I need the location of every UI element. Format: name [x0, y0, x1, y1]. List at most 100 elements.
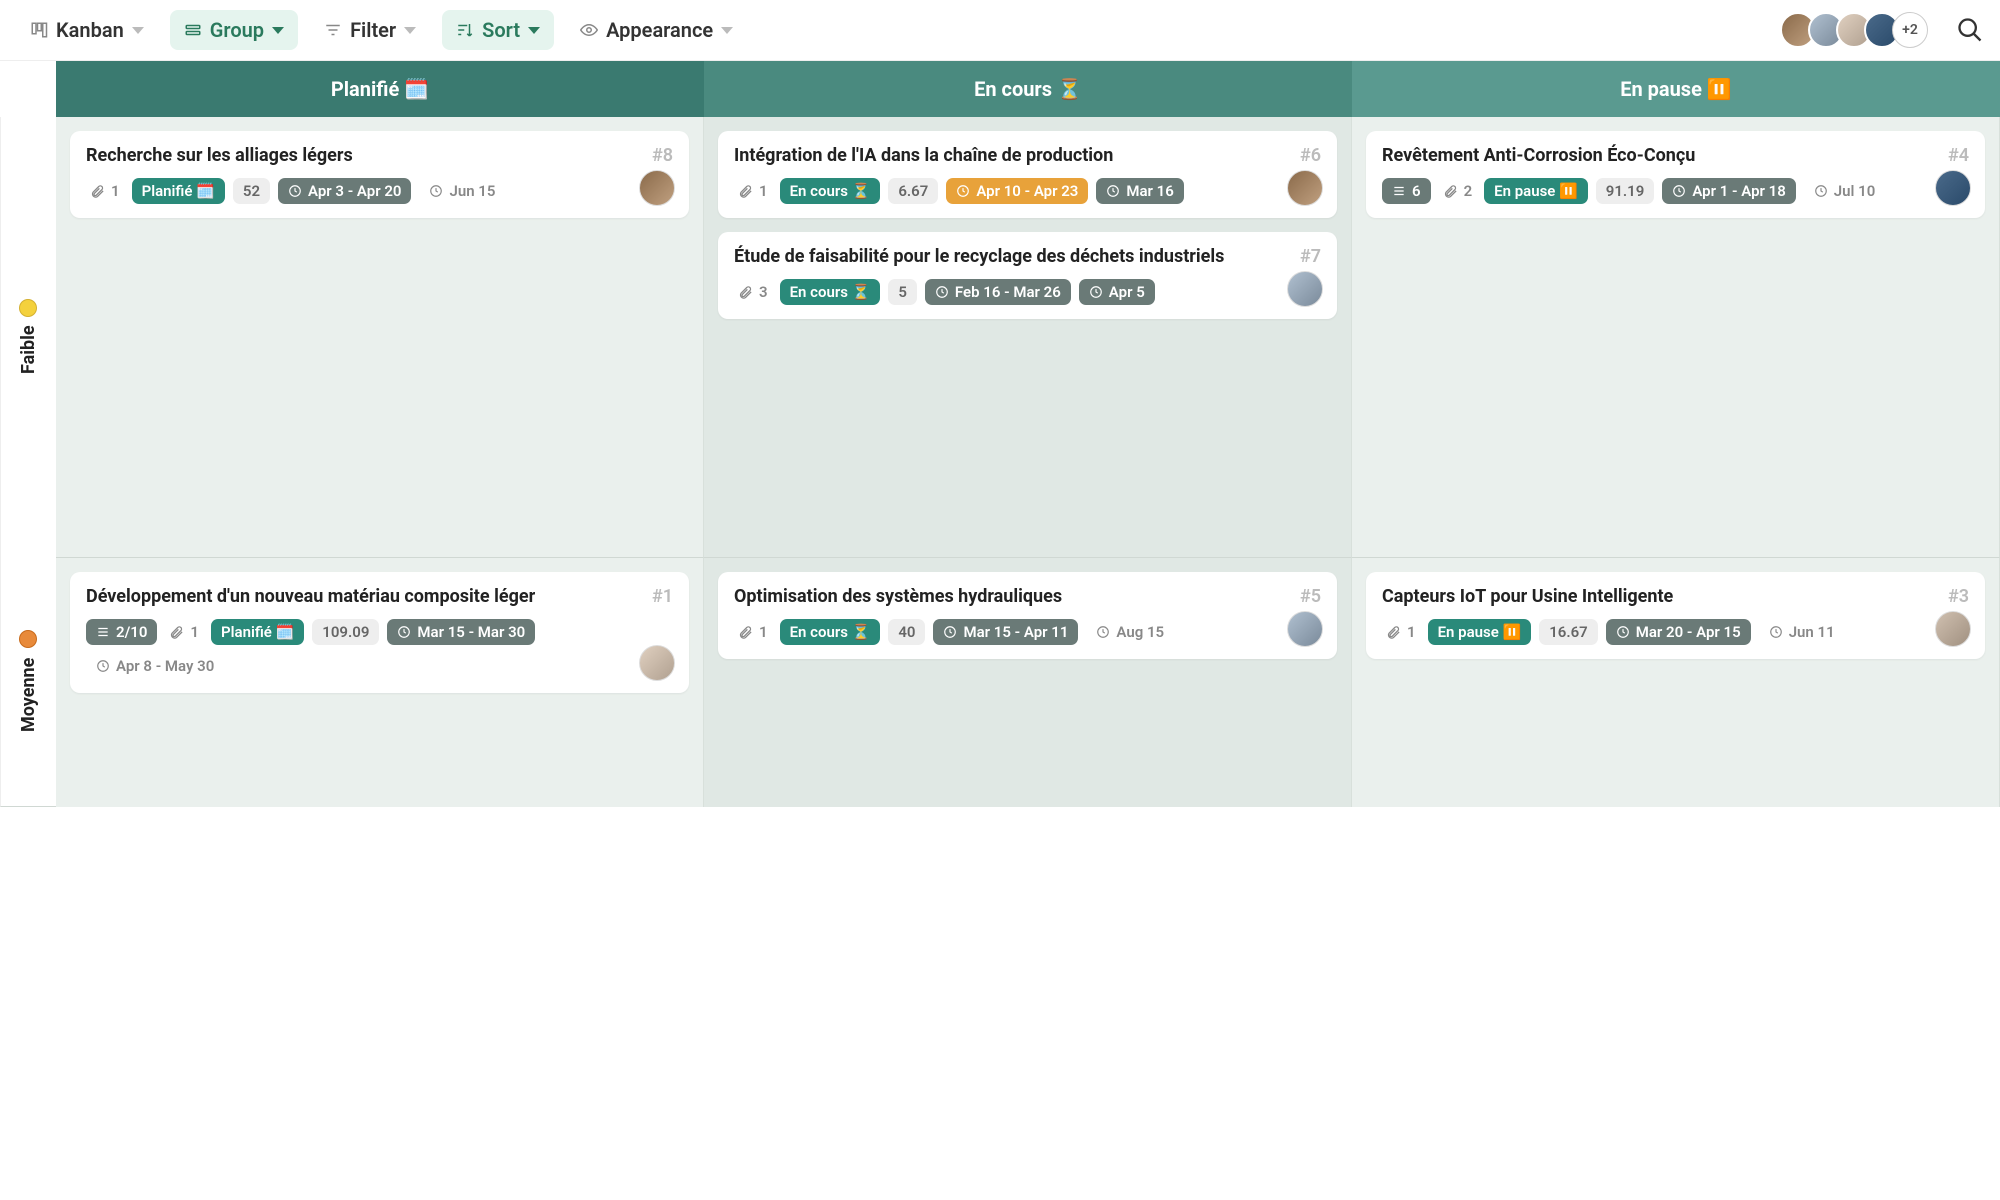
- status-tag[interactable]: En cours ⏳: [780, 178, 881, 204]
- cell[interactable]: Recherche sur les alliages légers #8 1 P…: [56, 117, 704, 557]
- subtask-count[interactable]: 6: [1382, 178, 1431, 204]
- attachment-count[interactable]: 2: [1439, 178, 1477, 204]
- due-date[interactable]: Jun 15: [419, 178, 505, 204]
- attachment-count[interactable]: 1: [734, 619, 772, 645]
- due-date[interactable]: Aug 15: [1086, 619, 1174, 645]
- group-button[interactable]: Group: [170, 10, 298, 50]
- lane-label: Moyenne: [18, 657, 39, 731]
- assignee-avatar[interactable]: [639, 170, 675, 206]
- due-date[interactable]: Apr 8 - May 30: [86, 653, 224, 679]
- group-icon: [184, 21, 202, 39]
- score-tag: 91.19: [1596, 178, 1655, 204]
- due-date[interactable]: Jun 11: [1759, 619, 1845, 645]
- clock-icon: [1089, 285, 1103, 299]
- swimlane-moyenne[interactable]: Moyenne: [0, 557, 56, 807]
- card-tags: 6 2 En pause ⏸️ 91.19 Apr 1 - Apr 18 Jul…: [1382, 178, 1969, 204]
- date-range-tag[interactable]: Mar 15 - Apr 11: [933, 619, 1078, 645]
- paperclip-icon: [738, 184, 753, 199]
- chevron-down-icon: [528, 27, 540, 34]
- subtask-count[interactable]: 2/10: [86, 619, 157, 645]
- filter-button[interactable]: Filter: [310, 10, 430, 50]
- score-tag: 5: [888, 279, 917, 305]
- paperclip-icon: [1443, 184, 1458, 199]
- column-header[interactable]: En pause ⏸️: [1352, 61, 2000, 117]
- card[interactable]: Revêtement Anti-Corrosion Éco-Conçu #4 6…: [1366, 131, 1985, 218]
- card[interactable]: Étude de faisabilité pour le recyclage d…: [718, 232, 1337, 319]
- cell[interactable]: Capteurs IoT pour Usine Intelligente #3 …: [1352, 557, 2000, 807]
- date-range-tag[interactable]: Feb 16 - Mar 26: [925, 279, 1071, 305]
- status-tag[interactable]: En pause ⏸️: [1484, 178, 1588, 204]
- attachment-count[interactable]: 3: [734, 279, 772, 305]
- date-range-tag[interactable]: Apr 3 - Apr 20: [278, 178, 411, 204]
- corner: [0, 61, 56, 117]
- assignee-avatar[interactable]: [1935, 611, 1971, 647]
- assignee-avatar[interactable]: [1287, 611, 1323, 647]
- assignee-avatar[interactable]: [1287, 170, 1323, 206]
- clock-icon: [397, 625, 411, 639]
- cell[interactable]: Optimisation des systèmes hydrauliques #…: [704, 557, 1352, 807]
- attachment-count[interactable]: 1: [734, 178, 772, 204]
- status-tag[interactable]: En cours ⏳: [780, 279, 881, 305]
- attachment-count[interactable]: 1: [1382, 619, 1420, 645]
- card[interactable]: Optimisation des systèmes hydrauliques #…: [718, 572, 1337, 659]
- cell[interactable]: Développement d'un nouveau matériau comp…: [56, 557, 704, 807]
- filter-icon: [324, 21, 342, 39]
- clock-icon: [1616, 625, 1630, 639]
- status-tag[interactable]: Planifié 🗓️: [132, 178, 225, 204]
- clock-icon: [288, 184, 302, 198]
- group-label: Group: [210, 18, 264, 42]
- assignee-avatar[interactable]: [1287, 271, 1323, 307]
- swimlane-faible[interactable]: Faible: [0, 117, 56, 557]
- column-header[interactable]: Planifié 🗓️: [56, 61, 704, 117]
- avatar-overflow[interactable]: +2: [1892, 12, 1928, 48]
- card[interactable]: Capteurs IoT pour Usine Intelligente #3 …: [1366, 572, 1985, 659]
- paperclip-icon: [1386, 625, 1401, 640]
- search-icon[interactable]: [1956, 16, 1984, 44]
- score-tag: 109.09: [312, 619, 379, 645]
- assignee-avatar[interactable]: [639, 645, 675, 681]
- card-id: #6: [1300, 145, 1321, 166]
- date-range-tag[interactable]: Apr 10 - Apr 23: [946, 178, 1088, 204]
- card-id: #4: [1948, 145, 1969, 166]
- date-range-tag[interactable]: Apr 1 - Apr 18: [1662, 178, 1795, 204]
- attachment-count[interactable]: 1: [165, 619, 203, 645]
- sort-button[interactable]: Sort: [442, 10, 554, 50]
- clock-icon: [943, 625, 957, 639]
- cell[interactable]: Intégration de l'IA dans la chaîne de pr…: [704, 117, 1352, 557]
- card-id: #5: [1300, 586, 1321, 607]
- card[interactable]: Développement d'un nouveau matériau comp…: [70, 572, 689, 693]
- date-range-tag[interactable]: Mar 20 - Apr 15: [1606, 619, 1751, 645]
- collaborator-avatars[interactable]: +2: [1788, 12, 1928, 48]
- status-tag[interactable]: En cours ⏳: [780, 619, 881, 645]
- date-range-tag[interactable]: Mar 15 - Mar 30: [387, 619, 535, 645]
- priority-dot-icon: [21, 631, 37, 647]
- score-tag: 52: [233, 178, 270, 204]
- status-tag[interactable]: Planifié 🗓️: [211, 619, 304, 645]
- sort-icon: [456, 21, 474, 39]
- card-title: Intégration de l'IA dans la chaîne de pr…: [734, 145, 1321, 166]
- sort-label: Sort: [482, 18, 520, 42]
- score-tag: 40: [888, 619, 925, 645]
- card[interactable]: Recherche sur les alliages légers #8 1 P…: [70, 131, 689, 218]
- status-tag[interactable]: En pause ⏸️: [1428, 619, 1532, 645]
- chevron-down-icon: [132, 27, 144, 34]
- list-icon: [96, 625, 110, 639]
- due-date[interactable]: Jul 10: [1804, 178, 1886, 204]
- card-tags: 1 En cours ⏳ 6.67 Apr 10 - Apr 23 Mar 16: [734, 178, 1321, 204]
- column-header[interactable]: En cours ⏳: [704, 61, 1352, 117]
- appearance-button[interactable]: Appearance: [566, 10, 747, 50]
- assignee-avatar[interactable]: [1935, 170, 1971, 206]
- due-date[interactable]: Apr 5: [1079, 279, 1155, 305]
- view-switcher[interactable]: Kanban: [16, 10, 158, 50]
- attachment-count[interactable]: 1: [86, 178, 124, 204]
- cell[interactable]: Revêtement Anti-Corrosion Éco-Conçu #4 6…: [1352, 117, 2000, 557]
- priority-dot-icon: [21, 300, 37, 316]
- list-icon: [1392, 184, 1406, 198]
- toolbar: Kanban Group Filter Sort Appearance +2: [0, 0, 2000, 61]
- eye-icon: [580, 21, 598, 39]
- lane-label: Faible: [18, 326, 39, 375]
- card[interactable]: Intégration de l'IA dans la chaîne de pr…: [718, 131, 1337, 218]
- chevron-down-icon: [721, 27, 733, 34]
- card-title: Capteurs IoT pour Usine Intelligente: [1382, 586, 1969, 607]
- due-date[interactable]: Mar 16: [1096, 178, 1183, 204]
